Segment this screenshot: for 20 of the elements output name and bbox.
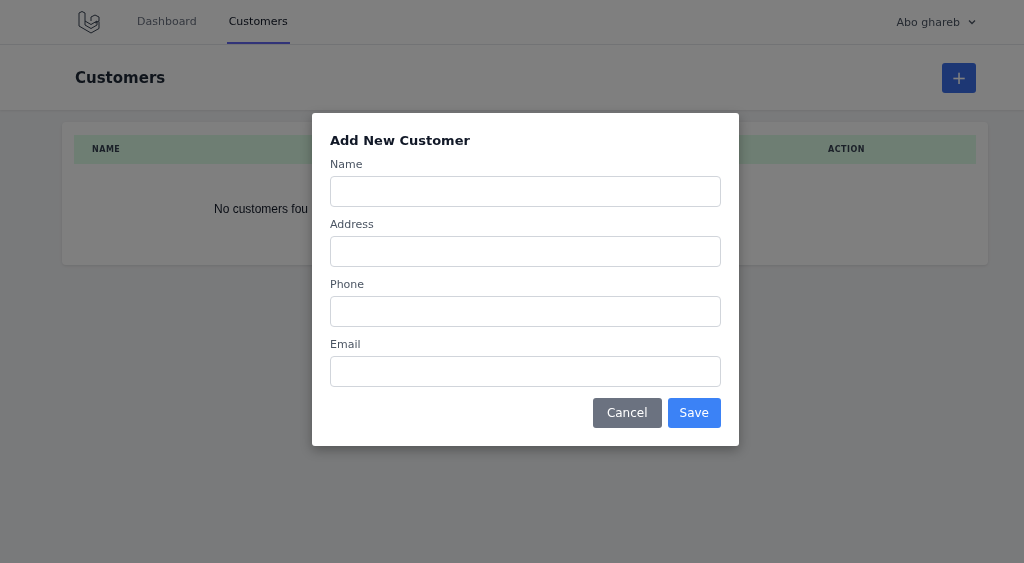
input-field[interactable] (330, 236, 721, 267)
input-field[interactable] (330, 296, 721, 327)
user-menu[interactable]: Abo ghareb (896, 0, 976, 44)
chevron-down-icon (968, 19, 976, 25)
field-label: Name (330, 158, 364, 171)
modal-title: Add New Customer (330, 133, 471, 148)
column-header: NAME (92, 145, 121, 154)
field-label: Address (330, 218, 375, 231)
column-header: ACTION (828, 145, 865, 154)
field-label: Phone (330, 278, 366, 291)
nav-link[interactable]: Dashboard (135, 0, 199, 44)
empty-message: No customers fou (214, 202, 309, 216)
cancel-button[interactable]: Cancel (592, 398, 662, 428)
input-field[interactable] (330, 356, 721, 387)
field-label: Email (330, 338, 362, 351)
add-button[interactable]: + (942, 62, 976, 93)
page-title: Customers (75, 68, 166, 87)
cubes-logo (77, 10, 101, 34)
save-button[interactable]: Save (667, 398, 721, 428)
input-field[interactable] (330, 176, 721, 207)
